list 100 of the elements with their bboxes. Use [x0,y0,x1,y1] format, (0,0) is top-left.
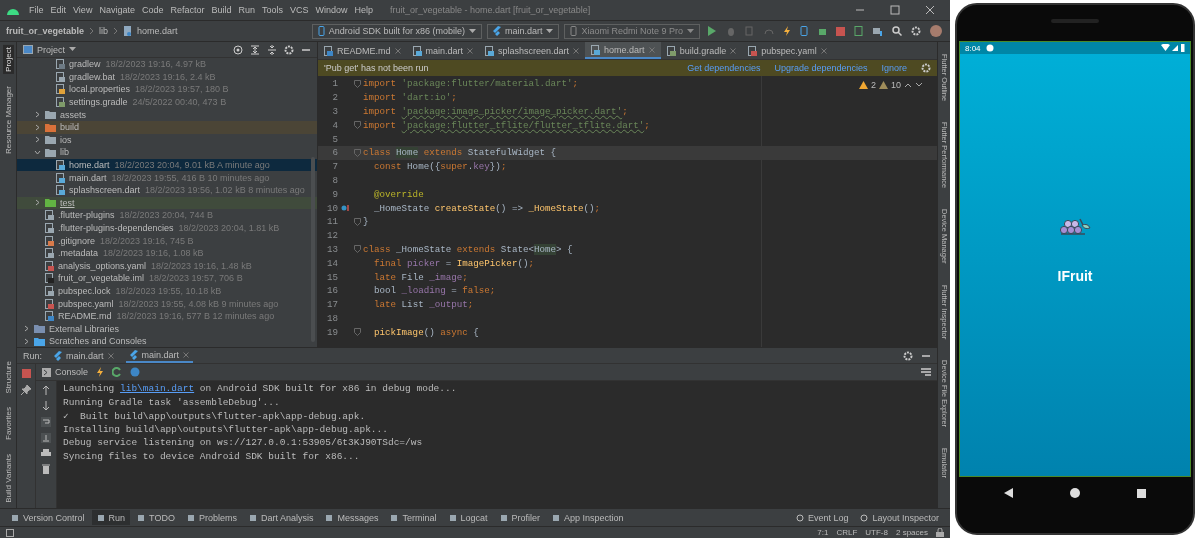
menu-item[interactable]: Help [354,5,374,15]
settings-icon[interactable] [921,63,931,73]
session-tab[interactable]: main.dart [50,348,118,363]
chevron-icon[interactable] [34,199,41,207]
tool-window-button[interactable]: Favorites [2,405,14,443]
tool-tab[interactable]: Version Control [6,510,90,525]
tree-item[interactable]: local.properties 18/2/2023 19:57, 180 B [17,83,317,96]
stop-icon[interactable] [836,26,845,36]
arrow-up-icon[interactable] [42,385,50,395]
tree-item[interactable]: assets [17,108,317,121]
editor-tab[interactable]: main.dart [406,42,480,59]
editor-tab[interactable]: pubspec.yaml [742,42,833,59]
tool-window-button[interactable]: Project [2,45,14,74]
breadcrumb-item[interactable]: fruit_or_vegetable [6,26,85,36]
tree-item[interactable]: ios [17,133,317,147]
tool-tab[interactable]: Profiler [494,510,546,525]
close-icon[interactable] [394,47,401,54]
status-item[interactable]: CRLF [836,528,858,537]
lightning-icon[interactable] [783,26,791,36]
tool-tab[interactable]: Terminal [385,510,442,525]
menu-item[interactable]: File [29,5,44,15]
close-icon[interactable] [573,47,580,54]
warning-count[interactable]: 10 [891,80,901,90]
close-icon[interactable] [925,5,935,15]
tool-tab[interactable]: Event Log [790,510,854,525]
chevron-down-icon[interactable] [915,82,923,88]
tree-item[interactable]: test [17,196,317,210]
close-icon[interactable] [107,352,114,359]
device-icon[interactable] [854,26,864,36]
fold-icon[interactable] [354,79,361,88]
tree-item[interactable]: lib [17,146,317,159]
status-item[interactable]: 2 spaces [895,528,928,537]
tool-window-button[interactable]: Build Variants [2,452,14,505]
tree-item[interactable]: analysis_options.yaml 18/2/2023 19:16, 1.48 kB [17,259,317,273]
chevron-up-icon[interactable] [904,82,912,88]
back-button[interactable] [1003,488,1013,498]
close-icon[interactable] [183,351,190,358]
tool-tab[interactable]: Messages [320,510,384,525]
menu-item[interactable]: Refactor [170,5,205,15]
tool-tab[interactable]: Layout Inspector [855,510,944,525]
panel-toggle-icon[interactable] [6,528,14,537]
tool-tab[interactable]: Dart Analysis [243,510,319,525]
lock-icon[interactable] [936,528,944,537]
search-icon[interactable] [892,26,902,36]
tool-window-button[interactable]: Resource Manager [2,83,14,156]
fold-icon[interactable] [354,245,361,254]
arrow-down-icon[interactable] [42,401,50,411]
pin-icon[interactable] [21,385,31,395]
target-icon[interactable] [233,44,243,55]
tool-tab[interactable]: TODO [132,510,180,525]
close-icon[interactable] [730,47,737,54]
settings-icon[interactable] [911,26,921,36]
tool-tab[interactable]: Run [91,510,131,525]
close-icon[interactable] [820,47,827,54]
menu-item[interactable]: Code [141,5,164,15]
phone-icon[interactable] [800,26,808,36]
tool-tab[interactable]: Logcat [443,510,493,525]
trash-icon[interactable] [42,464,50,474]
tree-item[interactable]: build [17,120,317,134]
fold-icon[interactable] [354,328,361,337]
warning-count[interactable]: 2 [870,80,876,90]
tree-item[interactable]: External Libraries [17,322,317,336]
override-marker-icon[interactable] [341,204,351,213]
menu-item[interactable]: Edit [50,5,67,15]
expand-all-icon[interactable] [250,44,260,55]
tool-tab[interactable]: Problems [181,510,242,525]
menu-item[interactable]: Build [211,5,232,15]
tree-item[interactable]: Scratches and Consoles [17,335,317,347]
notice-link[interactable]: Upgrade dependencies [774,63,868,73]
menu-item[interactable]: VCS [290,5,309,15]
breadcrumb-item[interactable]: lib [99,26,109,36]
project-view-dropdown[interactable]: Project [23,44,76,55]
run-icon[interactable] [707,26,717,36]
tree-item[interactable]: pubspec.lock 18/2/2023 19:55, 10.18 kB [17,284,317,298]
home-button[interactable] [1070,488,1080,498]
tree-item[interactable]: .metadata 18/2/2023 19:16, 1.08 kB [17,246,317,260]
file-link[interactable]: lib\main.dart [120,383,195,394]
settings-icon[interactable] [903,350,913,361]
menu-item[interactable]: Navigate [99,5,135,15]
editor-tab[interactable]: build.gradle [660,42,743,59]
collapse-all-icon[interactable] [267,44,277,55]
settings-icon[interactable] [284,44,294,55]
editor-tab[interactable]: README.md [318,42,407,59]
tree-item[interactable]: home.dart 18/2/2023 20:04, 9.01 kB A minute ago [17,158,317,172]
menu-item[interactable]: View [73,5,93,15]
lightning-icon[interactable] [96,367,105,377]
console-tab[interactable]: Console [42,367,89,377]
stop-icon[interactable] [21,369,31,378]
session-tab[interactable]: main.dart [125,348,194,363]
recents-button[interactable] [1137,488,1147,498]
scroll-end-icon[interactable] [41,433,51,443]
layout-icon[interactable] [921,368,931,376]
close-icon[interactable] [467,47,474,54]
device-selector[interactable]: Android SDK built for x86 (mobile) [311,23,482,39]
menu-item[interactable]: Window [315,5,348,15]
breadcrumb-item[interactable]: home.dart [137,26,178,36]
editor-tab[interactable]: home.dart [585,42,661,59]
avatar-icon[interactable] [930,25,942,37]
status-item[interactable]: 7:1 [817,528,829,537]
fold-icon[interactable] [354,217,361,226]
